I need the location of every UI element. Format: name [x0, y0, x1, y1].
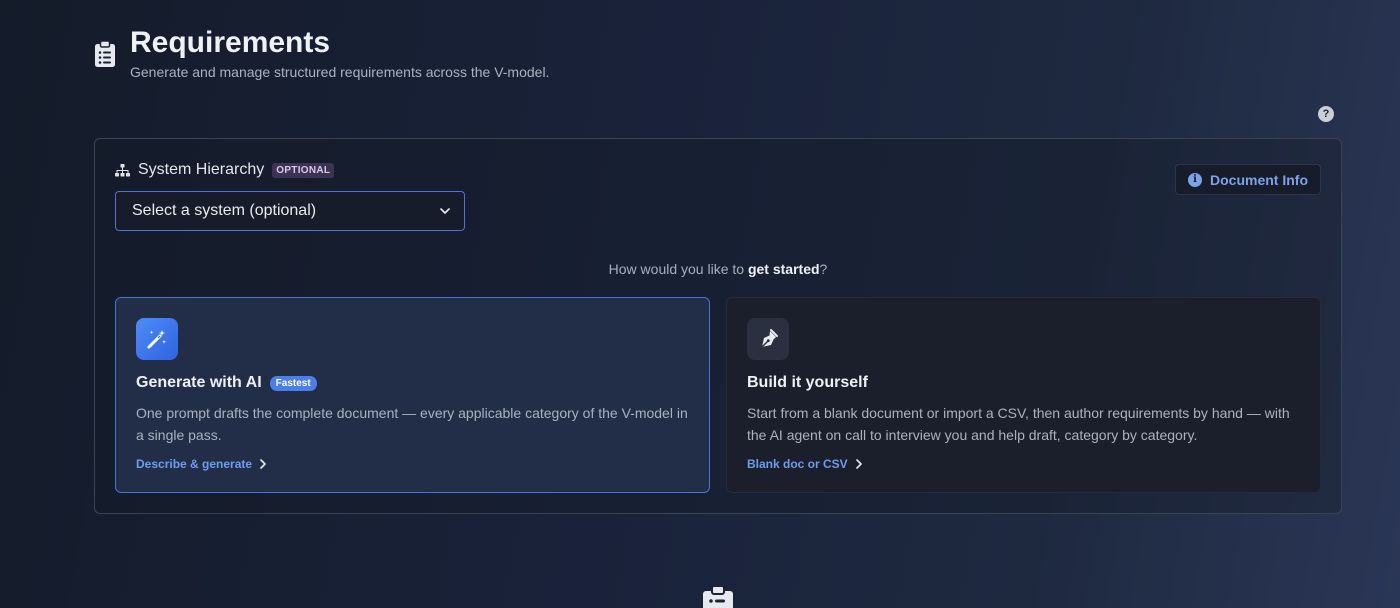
build-card-description: Start from a blank document or import a …	[747, 405, 1290, 443]
document-info-label: Document Info	[1210, 171, 1308, 188]
system-select-value: Select a system (optional)	[132, 202, 317, 219]
prompt-suffix: ?	[819, 261, 828, 277]
build-card-title: Build it yourself	[747, 374, 868, 391]
build-it-yourself-card[interactable]: Build it yourself Start from a blank doc…	[726, 297, 1321, 493]
page-subtitle: Generate and manage structured requireme…	[130, 64, 550, 80]
system-select[interactable]: Select a system (optional)	[115, 191, 465, 231]
prompt-strong: get started	[747, 261, 820, 277]
chevron-right-icon	[855, 459, 862, 469]
prompt-prefix: How would you like to	[608, 261, 748, 277]
ai-card-description: One prompt drafts the complete document …	[136, 405, 688, 443]
ai-card-title-row: Generate with AI Fastest	[136, 374, 689, 392]
chevron-right-icon	[260, 459, 266, 469]
chevron-down-icon	[440, 208, 450, 214]
page-header: Requirements Generate and manage structu…	[94, 26, 549, 80]
describe-generate-label: Describe & generate	[136, 457, 253, 471]
fastest-badge: Fastest	[269, 375, 317, 391]
optional-badge: OPTIONAL	[272, 162, 335, 178]
build-card-icon-box	[747, 318, 789, 360]
system-hierarchy-label: System Hierarchy	[138, 161, 265, 178]
generate-with-ai-card[interactable]: Generate with AI Fastest One prompt draf…	[115, 297, 710, 493]
question-circle-icon: ?	[1322, 108, 1330, 120]
document-info-button[interactable]: i Document Info	[1175, 164, 1321, 195]
build-card-title-row: Build it yourself	[747, 374, 1300, 392]
sitemap-icon	[115, 163, 130, 176]
ai-card-icon-box	[136, 318, 178, 360]
header-text: Requirements Generate and manage structu…	[130, 26, 549, 80]
pen-nib-icon	[761, 329, 778, 348]
describe-generate-link[interactable]: Describe & generate	[136, 457, 689, 471]
magic-wand-icon	[147, 330, 166, 349]
blank-doc-csv-link[interactable]: Blank doc or CSV	[747, 457, 1300, 471]
system-hierarchy-header: System Hierarchy OPTIONAL	[115, 161, 335, 179]
requirements-panel: System Hierarchy OPTIONAL Select a syste…	[94, 138, 1342, 514]
page-title: Requirements	[130, 26, 331, 59]
blank-doc-csv-label: Blank doc or CSV	[747, 457, 848, 471]
clipboard-list-icon	[703, 586, 733, 608]
help-button[interactable]: ?	[1318, 106, 1334, 122]
ai-card-title: Generate with AI	[136, 374, 262, 391]
info-circle-icon: i	[1188, 172, 1202, 187]
get-started-prompt: How would you like to get started?	[95, 261, 1341, 277]
clipboard-list-icon	[95, 40, 115, 67]
